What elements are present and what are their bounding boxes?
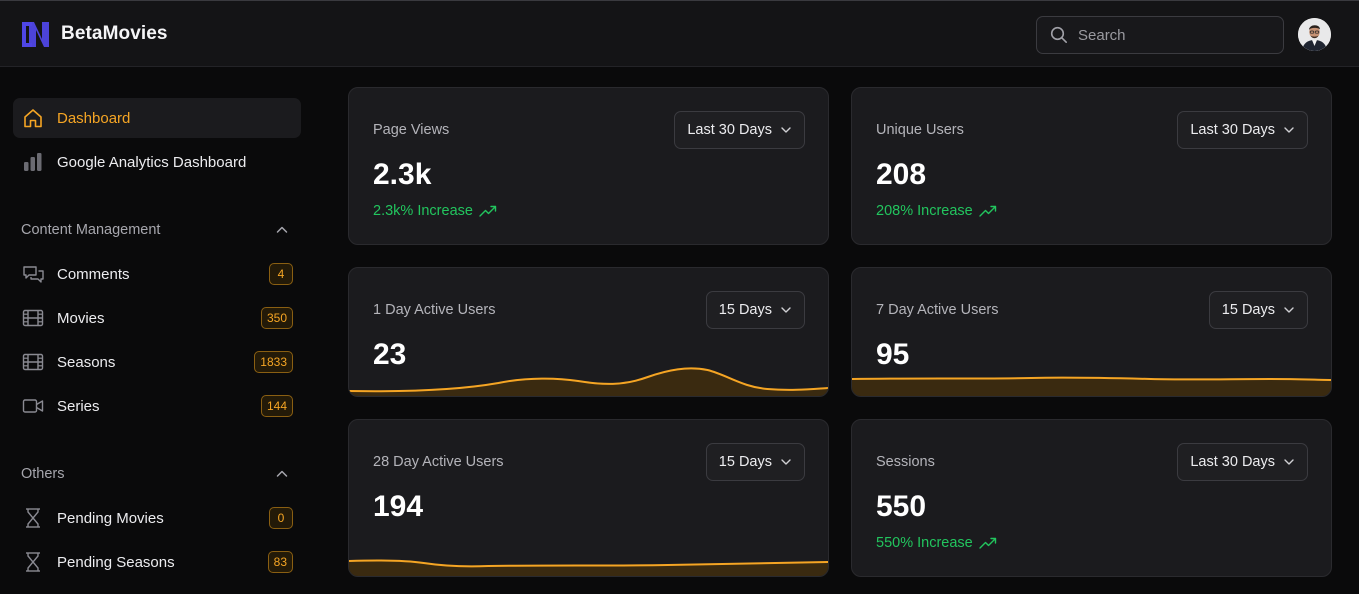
- section-content-management[interactable]: Content Management: [21, 220, 293, 240]
- sidebar-item-label: Comments: [57, 265, 130, 283]
- sidebar-item-label: Pending Movies: [57, 509, 164, 527]
- trend-text: 2.3k% Increase: [373, 203, 473, 219]
- brand-logo-icon: [22, 22, 49, 47]
- range-dropdown[interactable]: 15 Days: [705, 443, 805, 481]
- sidebar-item-movies[interactable]: Movies 350: [13, 298, 301, 338]
- card-title: 28 Day Active Users: [373, 454, 504, 470]
- search-box[interactable]: [1036, 16, 1284, 54]
- sparkline-chart: [349, 559, 828, 576]
- video-camera-icon: [22, 395, 44, 417]
- trend-text: 208% Increase: [876, 203, 973, 219]
- bar-chart-icon: [22, 151, 44, 173]
- trend-up-icon: [979, 205, 996, 217]
- sidebar-item-series[interactable]: Series 144: [13, 386, 301, 426]
- trend-indicator: 2.3k% Increase: [373, 203, 497, 219]
- trend-text: 550% Increase: [876, 535, 973, 551]
- chevron-down-icon: [781, 127, 791, 133]
- chevron-down-icon: [1284, 459, 1294, 465]
- search-input[interactable]: [1078, 26, 1268, 44]
- avatar[interactable]: [1298, 18, 1331, 51]
- dropdown-value: 15 Days: [1221, 302, 1275, 318]
- card-title: 1 Day Active Users: [373, 302, 496, 318]
- dropdown-value: 15 Days: [718, 302, 772, 318]
- count-badge: 144: [260, 395, 293, 417]
- sidebar-item-dashboard[interactable]: Dashboard: [13, 98, 301, 138]
- card-title: Page Views: [373, 122, 450, 138]
- sidebar-item-pending-movies[interactable]: Pending Movies 0: [13, 498, 301, 538]
- card-sessions: Sessions Last 30 Days 550 550% Increase: [851, 419, 1332, 577]
- section-title: Others: [21, 466, 65, 482]
- search-icon: [1050, 26, 1068, 44]
- dropdown-value: Last 30 Days: [687, 122, 772, 138]
- film-icon: [22, 307, 44, 329]
- top-header: BetaMovies: [0, 0, 1359, 67]
- brand-name: BetaMovies: [61, 23, 168, 44]
- sidebar-item-comments[interactable]: Comments 4: [13, 254, 301, 294]
- card-7-day-active-users: 7 Day Active Users 15 Days 95: [851, 267, 1332, 397]
- range-dropdown[interactable]: 15 Days: [1208, 291, 1308, 329]
- chevron-down-icon: [1284, 127, 1294, 133]
- sidebar-item-label: Dashboard: [57, 109, 131, 127]
- range-dropdown[interactable]: Last 30 Days: [674, 111, 805, 149]
- count-badge: 83: [267, 551, 293, 573]
- sparkline-chart: [349, 367, 828, 396]
- chevron-up-icon: [276, 226, 288, 233]
- card-title: 7 Day Active Users: [876, 302, 999, 318]
- hourglass-icon: [22, 507, 44, 529]
- trend-indicator: 208% Increase: [876, 203, 997, 219]
- card-value: 208: [876, 158, 927, 191]
- user-avatar-icon: [1298, 18, 1331, 51]
- dropdown-value: Last 30 Days: [1190, 122, 1275, 138]
- sidebar-item-label: Pending Seasons: [57, 553, 175, 571]
- card-unique-users: Unique Users Last 30 Days 208 208% Incre…: [851, 87, 1332, 245]
- trend-up-icon: [979, 537, 996, 549]
- range-dropdown[interactable]: Last 30 Days: [1177, 443, 1308, 481]
- dropdown-value: Last 30 Days: [1190, 454, 1275, 470]
- chevron-down-icon: [781, 459, 791, 465]
- card-title: Unique Users: [876, 122, 964, 138]
- card-28-day-active-users: 28 Day Active Users 15 Days 194: [348, 419, 829, 577]
- sidebar-item-google-analytics[interactable]: Google Analytics Dashboard: [13, 142, 301, 182]
- section-title: Content Management: [21, 222, 161, 238]
- count-badge: 0: [269, 507, 293, 529]
- app-root: BetaMovies Search Dashboard Google Analy…: [0, 0, 1359, 594]
- section-others[interactable]: Others: [21, 464, 293, 484]
- sidebar-item-pending-seasons[interactable]: Pending Seasons 83: [13, 542, 301, 582]
- film-icon: [22, 351, 44, 373]
- sidebar: Dashboard Google Analytics Dashboard Con…: [0, 67, 316, 594]
- range-dropdown[interactable]: Last 30 Days: [1177, 111, 1308, 149]
- card-title: Sessions: [876, 454, 935, 470]
- count-badge: 350: [260, 307, 293, 329]
- sidebar-item-label: Movies: [57, 309, 105, 327]
- comments-icon: [22, 263, 44, 285]
- brand[interactable]: BetaMovies: [20, 19, 168, 49]
- hourglass-icon: [22, 551, 44, 573]
- range-dropdown[interactable]: 15 Days: [705, 291, 805, 329]
- sparkline-chart: [852, 376, 1331, 396]
- card-page-views: Page Views Last 30 Days 2.3k 2.3k% Incre…: [348, 87, 829, 245]
- trend-up-icon: [479, 205, 497, 217]
- sparkline-area: [852, 377, 1331, 396]
- chevron-down-icon: [1284, 307, 1294, 313]
- trend-indicator: 550% Increase: [876, 535, 997, 551]
- card-1-day-active-users: 1 Day Active Users 15 Days 23: [348, 267, 829, 397]
- count-badge: 4: [269, 263, 293, 285]
- sidebar-item-label: Google Analytics Dashboard: [57, 153, 247, 171]
- sidebar-item-seasons[interactable]: Seasons 1833: [13, 342, 301, 382]
- sidebar-item-label: Series: [57, 397, 100, 415]
- sidebar-item-label: Seasons: [57, 353, 116, 371]
- count-badge: 1833: [254, 351, 293, 373]
- card-value: 550: [876, 490, 927, 523]
- card-value: 2.3k: [373, 158, 432, 191]
- chevron-up-icon: [276, 470, 288, 477]
- dropdown-value: 15 Days: [718, 454, 772, 470]
- chevron-down-icon: [781, 307, 791, 313]
- home-icon: [22, 107, 44, 129]
